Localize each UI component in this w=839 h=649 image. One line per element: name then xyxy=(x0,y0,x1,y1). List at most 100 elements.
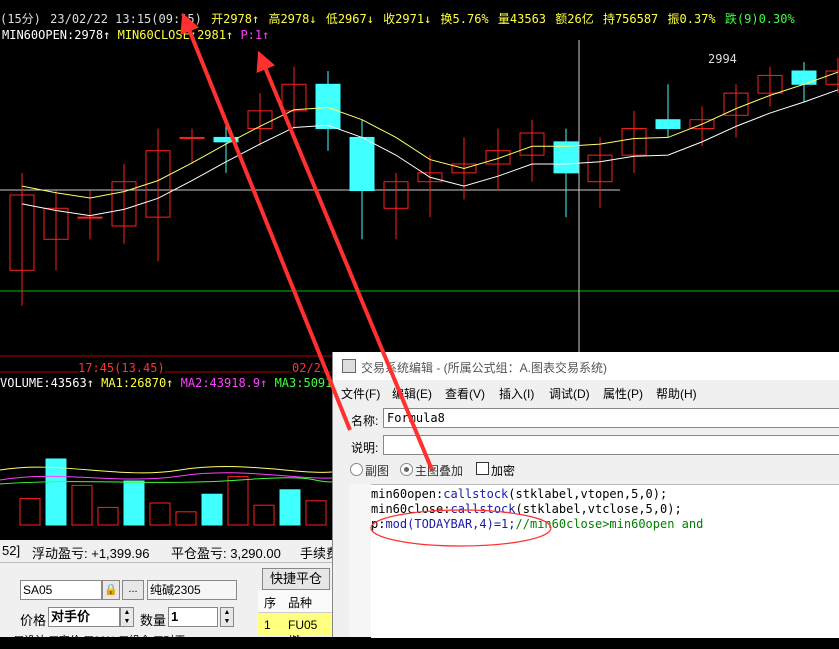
price-select[interactable]: 对手价 xyxy=(48,607,120,627)
change-value: 跌(9)0.30% xyxy=(724,12,795,26)
candle-body xyxy=(77,216,103,219)
code-token: callstock xyxy=(443,487,509,501)
menu-edit[interactable]: 编辑(E) xyxy=(392,385,432,402)
min60close-label: MIN60CLOSE:2981↑ xyxy=(117,28,234,42)
lock-icon[interactable]: 🔒 xyxy=(102,580,120,600)
candle-body xyxy=(179,136,205,139)
encrypt-label: 加密 xyxy=(491,464,516,478)
candle-body xyxy=(825,70,839,85)
code-token: //min60close>min60open and xyxy=(515,517,704,531)
code-line-1: min60open:callstock(stklabel,vtopen,5,0)… xyxy=(371,487,667,501)
volume-bar xyxy=(123,480,145,526)
volume-indicator-line: VOLUME:43563↑ MA1:26870↑ MA2:43918.9↑ MA… xyxy=(0,376,332,390)
high-price-mark: 2994 xyxy=(708,52,737,66)
description-input[interactable] xyxy=(383,435,839,455)
menu-properties[interactable]: 属性(P) xyxy=(603,385,643,402)
quick-close-button[interactable]: 快捷平仓 xyxy=(262,568,330,590)
candle-body xyxy=(315,83,341,130)
row-seq: 1 xyxy=(264,618,271,632)
volume-bar xyxy=(71,484,93,526)
code-token: callstock xyxy=(450,502,516,516)
menu-bar: 文件(F) 编辑(E) 查看(V) 插入(I) 调试(D) 属性(P) 帮助(H… xyxy=(333,382,839,402)
trading-panel: 52] 浮动盈亏: +1,399.96 平仓盈亏: 3,290.00 手续费 S… xyxy=(0,540,339,648)
code-token: min60open: xyxy=(371,487,444,501)
editor-gutter xyxy=(349,484,372,637)
volume-bar xyxy=(253,504,275,526)
radio-sub-label: 副图 xyxy=(365,464,390,478)
min60open-label: MIN60OPEN:2978↑ xyxy=(2,28,111,42)
menu-insert[interactable]: 插入(I) xyxy=(499,385,534,402)
radio-main-overlay[interactable] xyxy=(400,463,413,476)
ma3-label: MA3:5091 xyxy=(274,376,333,390)
position-table-header: 序 品种 xyxy=(258,590,332,613)
amount-value: 额26亿 xyxy=(555,12,594,26)
code-line-3: p:mod(TODAYBAR,4)=1;//min60close>min60op… xyxy=(371,517,703,531)
menu-debug[interactable]: 调试(D) xyxy=(549,385,590,402)
price-label: 价格 xyxy=(20,613,47,628)
quote-info-bar: (15分) 23/02/22 13:15(09:15) 开2978↑ 高2978… xyxy=(0,10,797,27)
code-editor[interactable]: min60open:callstock(stklabel,vtopen,5,0)… xyxy=(371,484,839,638)
code-token: min60close: xyxy=(371,502,451,516)
time-label-1: 17:45(13.45) xyxy=(78,361,165,375)
period-label: (15分) xyxy=(0,12,41,26)
position-value: 持756587 xyxy=(602,12,659,26)
formula-editor-dialog: 交易系统编辑 - (所属公式组：A.图表交易系统) 文件(F) 编辑(E) 查看… xyxy=(332,352,839,638)
menu-view[interactable]: 查看(V) xyxy=(445,385,485,402)
candle-body xyxy=(655,119,681,130)
candle-body xyxy=(349,136,375,192)
volume-label: VOLUME:43563↑ xyxy=(0,376,94,390)
candle-body xyxy=(791,70,817,85)
volume-bar xyxy=(19,498,41,526)
row-symbol: FU05 燃 xyxy=(288,618,318,648)
menu-file[interactable]: 文件(F) xyxy=(341,385,380,402)
ma2-label: MA2:43918.9↑ xyxy=(180,376,268,390)
volume-bar xyxy=(279,489,301,526)
close-value: 收2971↓ xyxy=(383,12,432,26)
pnl-strip: 52] 浮动盈亏: +1,399.96 平仓盈亏: 3,290.00 手续费 xyxy=(0,540,339,563)
code-token: (stklabel,vtclose,5,0); xyxy=(515,502,682,516)
contract-code-input[interactable]: SA05 xyxy=(20,580,102,600)
price-spinner[interactable]: ▲ ▼ xyxy=(120,607,134,627)
volume-bar xyxy=(149,502,171,526)
code-token: p: xyxy=(371,517,386,531)
col-seq: 序 xyxy=(264,596,277,610)
amplitude-value: 振0.37% xyxy=(667,12,716,26)
pnl-left: 52] xyxy=(2,543,21,558)
time-label-2: 02/2 xyxy=(292,361,321,375)
formula-name-input[interactable]: Formula8 xyxy=(383,408,839,428)
high-value: 高2978↓ xyxy=(268,12,317,26)
radio-sub-chart[interactable] xyxy=(350,463,363,476)
close-pnl: 平仓盈亏: 3,290.00 xyxy=(171,546,281,561)
volume-bar xyxy=(175,511,197,526)
menu-help[interactable]: 帮助(H) xyxy=(656,385,697,402)
low-value: 低2967↓ xyxy=(325,12,374,26)
dialog-titlebar[interactable]: 交易系统编辑 - (所属公式组：A.图表交易系统) xyxy=(333,352,839,380)
code-token: (stklabel,vtopen,5,0); xyxy=(508,487,668,501)
volume-bar xyxy=(97,506,119,526)
qty-input[interactable]: 1 xyxy=(168,607,218,627)
float-pnl: 浮动盈亏: +1,399.96 xyxy=(32,546,150,561)
order-options[interactable]: ☑设计 ☐定价 ☐20% ☐组仓 ☐对平 xyxy=(14,632,186,648)
code-token: mod xyxy=(385,517,408,531)
volume-value: 量43563 xyxy=(497,12,547,26)
volume-bar xyxy=(45,458,67,526)
code-token: (TODAYBAR,4)=1; xyxy=(407,517,516,531)
browse-button[interactable]: ... xyxy=(122,580,144,600)
col-symbol: 品种 xyxy=(288,596,313,610)
indicator-line: MIN60OPEN:2978↑ MIN60CLOSE:2981↑ P:1↑ xyxy=(2,28,269,42)
table-row[interactable]: 1 FU05 燃 xyxy=(258,614,332,648)
name-label: 名称: xyxy=(351,414,379,428)
volume-bar xyxy=(305,500,327,526)
desc-label: 说明: xyxy=(351,441,379,455)
turnover-value: 换5.76% xyxy=(440,12,489,26)
p-label: P:1↑ xyxy=(240,28,270,42)
encrypt-checkbox[interactable] xyxy=(476,462,489,475)
dialog-title: 交易系统编辑 - (所属公式组：A.图表交易系统) xyxy=(361,361,607,375)
app-icon xyxy=(342,359,356,373)
open-value: 开2978↑ xyxy=(211,12,260,26)
radio-main-label: 主图叠加 xyxy=(415,464,464,478)
datetime-label: 23/02/22 13:15(09:15) xyxy=(50,12,202,26)
qty-label: 数量 xyxy=(140,613,167,628)
qty-spinner[interactable]: ▲ ▼ xyxy=(220,607,234,627)
volume-bar xyxy=(201,493,223,526)
